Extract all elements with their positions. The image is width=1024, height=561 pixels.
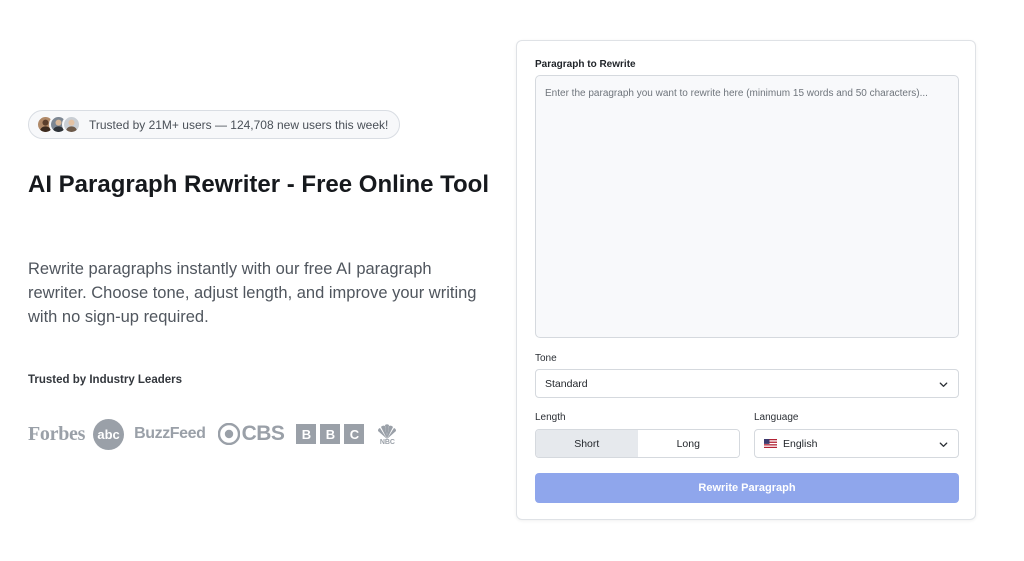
length-toggle: Short Long	[535, 429, 740, 458]
rewriter-form-card: Paragraph to Rewrite Tone Standard Lengt…	[516, 40, 976, 520]
nbc-peacock-icon	[378, 423, 397, 439]
chevron-down-icon	[939, 442, 948, 447]
trust-badge: Trusted by 21M+ users — 124,708 new user…	[28, 110, 400, 139]
language-label: Language	[754, 412, 799, 423]
length-option-short[interactable]: Short	[536, 430, 638, 457]
bbc-letter: C	[344, 424, 365, 444]
leaders-label: Trusted by Industry Leaders	[28, 374, 183, 386]
buzzfeed-logo: BuzzFeed	[134, 425, 206, 442]
nbc-logo-text: NBC	[379, 438, 395, 446]
rewrite-paragraph-button[interactable]: Rewrite Paragraph	[535, 473, 959, 503]
page-subtitle: Rewrite paragraphs instantly with our fr…	[28, 260, 477, 326]
tone-label: Tone	[535, 353, 557, 364]
hero-section: Trusted by 21M+ users — 124,708 new user…	[28, 0, 498, 561]
bbc-letter: B	[320, 424, 341, 444]
trust-text: Trusted by 21M+ users — 124,708 new user…	[89, 117, 389, 132]
paragraph-label: Paragraph to Rewrite	[535, 59, 636, 70]
avatar-group	[36, 115, 81, 134]
avatar-3	[62, 115, 81, 134]
abc-logo: abc	[93, 418, 125, 450]
partner-logos: Forbes abc BuzzFeed CBS B B C NBC	[28, 417, 468, 451]
language-select[interactable]: English	[754, 429, 959, 458]
nbc-logo: NBC	[376, 423, 398, 446]
length-option-long[interactable]: Long	[637, 430, 739, 457]
cbs-eye-icon	[217, 423, 240, 445]
length-label: Length	[535, 412, 566, 423]
forbes-logo: Forbes	[28, 422, 86, 445]
cbs-logo-text: CBS	[241, 422, 285, 445]
us-flag-icon	[764, 439, 777, 448]
page-title: AI Paragraph Rewriter - Free Online Tool	[28, 171, 489, 198]
tone-select-value: Standard	[545, 377, 588, 390]
language-select-value: English	[783, 437, 818, 450]
tone-select[interactable]: Standard	[535, 369, 959, 398]
chevron-down-icon	[939, 382, 948, 387]
cbs-logo: CBS	[217, 422, 285, 446]
bbc-logo: B B C	[296, 424, 368, 444]
bbc-letter: B	[296, 424, 317, 444]
paragraph-input[interactable]	[535, 75, 959, 338]
